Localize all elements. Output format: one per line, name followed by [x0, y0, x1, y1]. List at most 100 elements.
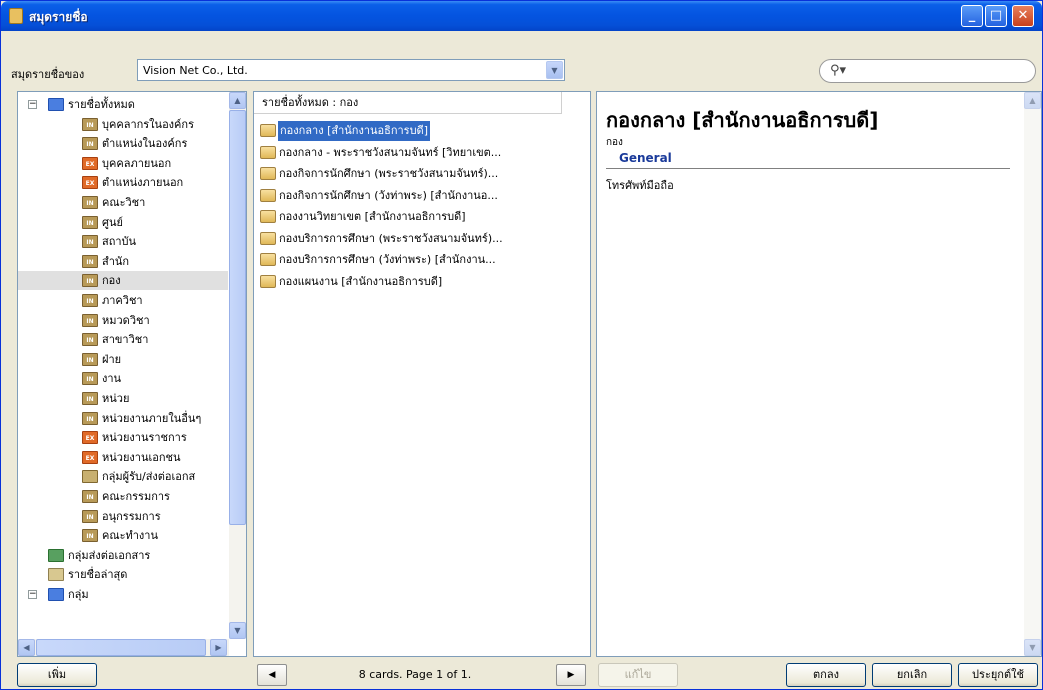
horizontal-scroll-thumb[interactable] [36, 639, 206, 656]
tree-item[interactable]: IN ฝ่าย [18, 350, 228, 369]
card-list-item[interactable]: กองกิจการนักศึกษา (พระราชวังสนามจันทร์).… [260, 164, 560, 184]
tree-item[interactable]: IN สาขาวิชา [18, 330, 228, 349]
chevron-down-icon[interactable]: ▼ [546, 61, 563, 79]
title-bar[interactable]: สมุดรายชื่อ _ □ ✕ [1, 1, 1042, 31]
tree-item[interactable]: IN ศูนย์ [18, 213, 228, 232]
tree-item[interactable]: EX ตำแหน่งภายนอก [18, 173, 228, 192]
tree-item[interactable]: IN บุคคลากรในองค์กร [18, 115, 228, 134]
card-list[interactable]: รายชื่อทั้งหมด : กอง กองกลาง [สำนักงานอธ… [253, 91, 591, 657]
prev-page-button[interactable]: ◀ [257, 664, 287, 686]
detail-vertical-scrollbar[interactable]: ▲ ▼ [1024, 92, 1041, 656]
card-list-item-label: กองบริการการศึกษา (วังท่าพระ) [สำนักงาน.… [279, 253, 496, 266]
tree-item[interactable]: IN ภาควิชา [18, 291, 228, 310]
contact-card-icon [260, 210, 276, 223]
card-list-item-label: กองงานวิทยาเขต [สำนักงานอธิการบดี] [279, 210, 466, 223]
tree-item[interactable]: IN ตำแหน่งในองค์กร [18, 134, 228, 153]
tree-item[interactable]: กลุ่มส่งต่อเอกสาร [18, 546, 228, 565]
scroll-down-icon[interactable]: ▼ [229, 622, 246, 639]
detail-divider [606, 168, 1010, 169]
contact-card-icon [260, 274, 276, 288]
group-icon [48, 588, 64, 601]
tree-item[interactable]: EX บุคคลภายนอก [18, 154, 228, 173]
search-icon[interactable]: ⚲▾ [830, 63, 846, 78]
tree-item[interactable]: − รายชื่อทั้งหมด [18, 95, 228, 114]
scroll-thumb[interactable] [229, 110, 246, 525]
tree-item-label: บุคคลภายนอก [102, 156, 172, 170]
card-list-item[interactable]: กองบริการการศึกษา (พระราชวังสนามจันทร์).… [260, 229, 560, 249]
tree-item-label: หน่วย [102, 392, 130, 405]
tree-item-label: สาขาวิชา [102, 333, 149, 347]
tree-item[interactable]: IN สำนัก [18, 252, 228, 271]
tree-item-label: กลุ่มผู้รับ/ส่งต่อเอกส [102, 470, 196, 484]
tree-item[interactable]: EX หน่วยงานเอกชน [18, 448, 228, 467]
card-list-item-label: กองกิจการนักศึกษา (วังท่าพระ) [สำนักงานอ… [279, 188, 498, 202]
internal-icon: IN [82, 411, 98, 425]
card-list-item-label: กองแผนงาน [สำนักงานอธิการบดี] [279, 274, 443, 288]
internal-icon: IN [82, 333, 98, 347]
internal-icon: IN [82, 215, 98, 229]
internal-icon: IN [82, 490, 98, 503]
tree-item-label: หมวดวิชา [102, 313, 150, 327]
card-list-item[interactable]: กองแผนงาน [สำนักงานอธิการบดี] [260, 272, 560, 292]
cancel-button[interactable]: ยกเลิก [872, 663, 952, 687]
tree-horizontal-scrollbar[interactable]: ◀ ▶ [18, 639, 229, 656]
scroll-down-icon[interactable]: ▼ [1024, 639, 1041, 656]
tree-item[interactable]: IN คณะวิชา [18, 193, 228, 212]
tree-item[interactable]: IN คณะทำงาน [18, 526, 228, 545]
tree-item-label: งาน [102, 372, 122, 386]
ok-button[interactable]: ตกลง [786, 663, 866, 687]
detail-title: กองกลาง [สำนักงานอธิการบดี] [606, 108, 879, 132]
tree-item[interactable]: รายชื่อล่าสุด [18, 565, 228, 584]
tree-item[interactable]: IN งาน [18, 369, 228, 388]
tree-item[interactable]: IN หน่วยงานภายในอื่นๆ [18, 409, 228, 428]
tree-item[interactable]: IN หน่วย [18, 389, 228, 408]
owner-select[interactable]: Vision Net Co., Ltd. ▼ [137, 59, 565, 81]
forward-group-icon [48, 548, 64, 562]
tree-item-label: รายชื่อทั้งหมด [68, 98, 135, 111]
detail-subtitle: กอง [606, 137, 623, 148]
close-button[interactable]: ✕ [1012, 5, 1034, 27]
tree-item[interactable]: IN สถาบัน [18, 232, 228, 251]
tree-vertical-scrollbar[interactable]: ▲ ▼ [229, 92, 246, 639]
tree-item[interactable]: IN หมวดวิชา [18, 311, 228, 330]
card-detail: กองกลาง [สำนักงานอธิการบดี] กอง General … [596, 91, 1042, 657]
tree-item-label: กอง [102, 274, 121, 288]
tree-item-label: กลุ่ม [68, 588, 89, 601]
internal-icon: IN [82, 509, 98, 523]
tree-item-label: สำนัก [102, 254, 130, 268]
external-icon: EX [82, 450, 98, 464]
next-page-button[interactable]: ▶ [556, 664, 586, 686]
apply-button[interactable]: ประยุกต์ใช้ [958, 663, 1038, 687]
tree-item[interactable]: กลุ่มผู้รับ/ส่งต่อเอกส [18, 467, 228, 486]
tree-item[interactable]: EX หน่วยงานราชการ [18, 428, 228, 447]
category-tree[interactable]: − รายชื่อทั้งหมด IN บุคคลากรในองค์กร IN ตำแหน… [17, 91, 247, 657]
card-list-item[interactable]: กองกลาง - พระราชวังสนามจันทร์ [วิทยาเขต.… [260, 143, 560, 163]
tree-item-label: หน่วยงานเอกชน [102, 450, 181, 464]
card-list-item[interactable]: กองกลาง [สำนักงานอธิการบดี] [260, 121, 560, 141]
internal-icon: IN [82, 196, 98, 209]
card-list-item[interactable]: กองกิจการนักศึกษา (วังท่าพระ) [สำนักงานอ… [260, 186, 560, 206]
edit-button[interactable]: แก้ไข [598, 663, 678, 687]
internal-icon: IN [82, 274, 98, 288]
add-button[interactable]: เพิ่ม [17, 663, 97, 687]
minimize-button[interactable]: _ [961, 5, 983, 27]
scroll-up-icon[interactable]: ▲ [229, 92, 246, 109]
card-list-item[interactable]: กองงานวิทยาเขต [สำนักงานอธิการบดี] [260, 207, 560, 227]
external-icon: EX [82, 431, 98, 445]
scroll-left-icon[interactable]: ◀ [18, 639, 35, 656]
tree-item-label: คณะกรรมการ [102, 490, 170, 503]
collapse-icon[interactable]: − [28, 100, 37, 109]
search-input[interactable]: ⚲▾ [819, 59, 1036, 83]
card-list-item[interactable]: กองบริการการศึกษา (วังท่าพระ) [สำนักงาน.… [260, 250, 560, 270]
tree-item[interactable]: IN กอง [18, 271, 228, 291]
owner-select-value: Vision Net Co., Ltd. [143, 64, 248, 77]
contact-card-icon [260, 167, 276, 180]
tree-item[interactable]: − กลุ่ม [18, 585, 228, 604]
collapse-icon[interactable]: − [28, 590, 37, 599]
tree-item[interactable]: IN คณะกรรมการ [18, 487, 228, 506]
tree-item-label: อนุกรรมการ [102, 509, 161, 523]
maximize-button[interactable]: □ [985, 5, 1007, 27]
scroll-up-icon[interactable]: ▲ [1024, 92, 1041, 109]
scroll-right-icon[interactable]: ▶ [210, 639, 227, 656]
tree-item[interactable]: IN อนุกรรมการ [18, 507, 228, 526]
